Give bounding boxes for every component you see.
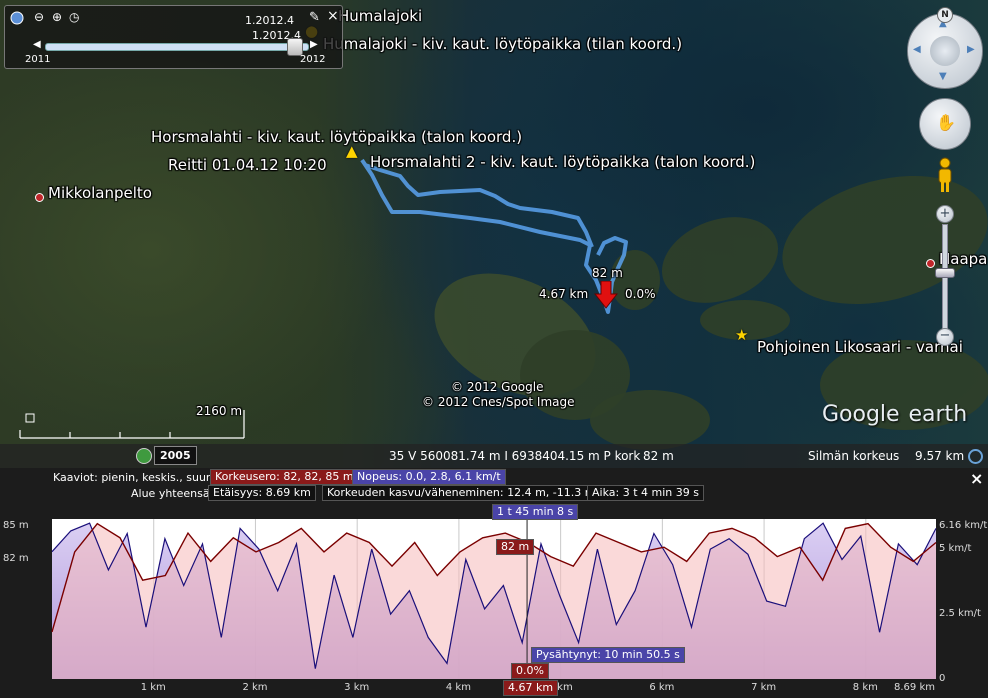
- slider-forward-icon[interactable]: ▶: [310, 39, 318, 50]
- place-label[interactable]: Humalajoki - kiv. kaut. löytöpaikka (til…: [323, 35, 682, 53]
- marker-grade: 0.0%: [625, 287, 656, 301]
- y-right-tick: 5 km/t: [939, 543, 972, 554]
- position-arrow-icon: [594, 281, 618, 309]
- move-control[interactable]: ✋: [919, 98, 971, 150]
- y-right-tick: 6.16 km/t: [939, 520, 988, 531]
- x-tick-label: 8.69 km: [894, 682, 935, 693]
- hand-icon: ✋: [936, 113, 956, 132]
- coordinates-readout: 35 V 560081.74 m I 6938404.15 m P kork: [389, 449, 641, 463]
- copyright-imagery: © 2012 Cnes/Spot Image: [422, 395, 575, 409]
- chevron-left-icon: ◀: [913, 44, 921, 55]
- elevation-speed-chart[interactable]: [0, 468, 988, 698]
- cursor-grade: 0.0%: [511, 663, 549, 679]
- placemark-pin-icon[interactable]: ▲: [346, 142, 358, 160]
- status-bar: 2005 35 V 560081.74 m I 6938404.15 m P k…: [0, 444, 988, 468]
- compass-north-icon[interactable]: N: [937, 7, 953, 23]
- clock-icon[interactable]: [136, 448, 152, 464]
- slider-back-icon[interactable]: ◀: [33, 39, 41, 50]
- x-tick-label: 8 km: [852, 682, 878, 693]
- placemark-pin-icon[interactable]: ★: [735, 326, 748, 344]
- y-left-tick: 82 m: [3, 553, 29, 564]
- look-control[interactable]: ▲ ▼ ◀ ▶: [907, 13, 983, 89]
- google-earth-logo: Google earth: [822, 395, 967, 428]
- zoom-in-button[interactable]: +: [936, 205, 954, 223]
- place-label[interactable]: Horsmalahti 2 - kiv. kaut. löytöpaikka (…: [370, 153, 755, 171]
- chevron-down-icon: ▼: [939, 71, 947, 82]
- x-tick-label: 6 km: [649, 682, 675, 693]
- marker-distance: 4.67 km: [539, 287, 589, 301]
- slider-date-top: 1.2012.4: [245, 14, 294, 27]
- eye-altitude-value: 9.57 km: [915, 449, 965, 463]
- copyright-google: © 2012 Google: [451, 380, 544, 394]
- imagery-date[interactable]: 2005: [154, 446, 197, 465]
- cursor-time: 1 t 45 min 8 s: [492, 504, 579, 520]
- y-right-tick: 2.5 km/t: [939, 608, 981, 619]
- cursor-elevation: 82 m: [496, 539, 535, 555]
- marker-elevation: 82 m: [592, 266, 623, 280]
- stopped-time: Pysähtynyt: 10 min 50.5 s: [531, 647, 685, 663]
- chevron-right-icon: ▶: [967, 44, 975, 55]
- look-eye-icon: [930, 36, 960, 66]
- slider-track[interactable]: [45, 43, 309, 51]
- zoom-out-icon[interactable]: ⊖: [34, 10, 44, 24]
- logo-google: Google: [822, 402, 900, 427]
- x-tick-label: 4 km: [445, 682, 471, 693]
- x-tick-label: 1 km: [140, 682, 166, 693]
- zoom-in-icon[interactable]: ⊕: [52, 10, 62, 24]
- elevation-readout: 82 m: [643, 449, 674, 463]
- street-view-pegman-icon[interactable]: [934, 157, 956, 193]
- slider-end-year: 2012: [300, 54, 326, 65]
- eye-altitude-label: Silmän korkeus: [808, 449, 900, 463]
- scale-bar: [19, 410, 245, 439]
- place-dot-icon[interactable]: [926, 259, 935, 268]
- place-label[interactable]: Humalajoki: [338, 7, 422, 25]
- zoom-out-button[interactable]: −: [936, 328, 954, 346]
- streaming-indicator-icon: [968, 449, 983, 464]
- historical-imagery-slider[interactable]: ⊖ ⊕ ◷ 1.2012.4 1.2012.4 ✎ × ◀ ▶ 2011 201…: [4, 5, 343, 69]
- cursor-distance: 4.67 km: [503, 680, 559, 696]
- map-view[interactable]: Humalajoki ● Humalajoki - kiv. kaut. löy…: [0, 0, 988, 468]
- wrench-icon[interactable]: ✎: [309, 10, 320, 25]
- clock-icon[interactable]: ◷: [69, 10, 79, 24]
- y-left-tick: 85 m: [3, 520, 29, 531]
- route-label[interactable]: Reitti 01.04.12 10:20: [168, 156, 327, 174]
- close-icon[interactable]: ×: [327, 8, 339, 24]
- y-right-tick: 0: [939, 673, 946, 684]
- place-label[interactable]: Pohjoinen Likosaari - varhai: [757, 338, 963, 356]
- x-tick-label: 7 km: [751, 682, 777, 693]
- x-tick-label: 3 km: [344, 682, 370, 693]
- logo-earth: earth: [908, 402, 968, 427]
- zoom-slider-thumb[interactable]: [935, 268, 955, 278]
- elevation-profile-panel[interactable]: Kaaviot: pienin, keskis., suurin Korkeus…: [0, 468, 988, 698]
- x-tick-label: 2 km: [242, 682, 268, 693]
- slider-start-year: 2011: [25, 54, 51, 65]
- place-dot-icon[interactable]: [35, 193, 44, 202]
- place-label[interactable]: Mikkolanpelto: [48, 184, 152, 202]
- place-label[interactable]: Horsmalahti - kiv. kaut. löytöpaikka (ta…: [151, 128, 522, 146]
